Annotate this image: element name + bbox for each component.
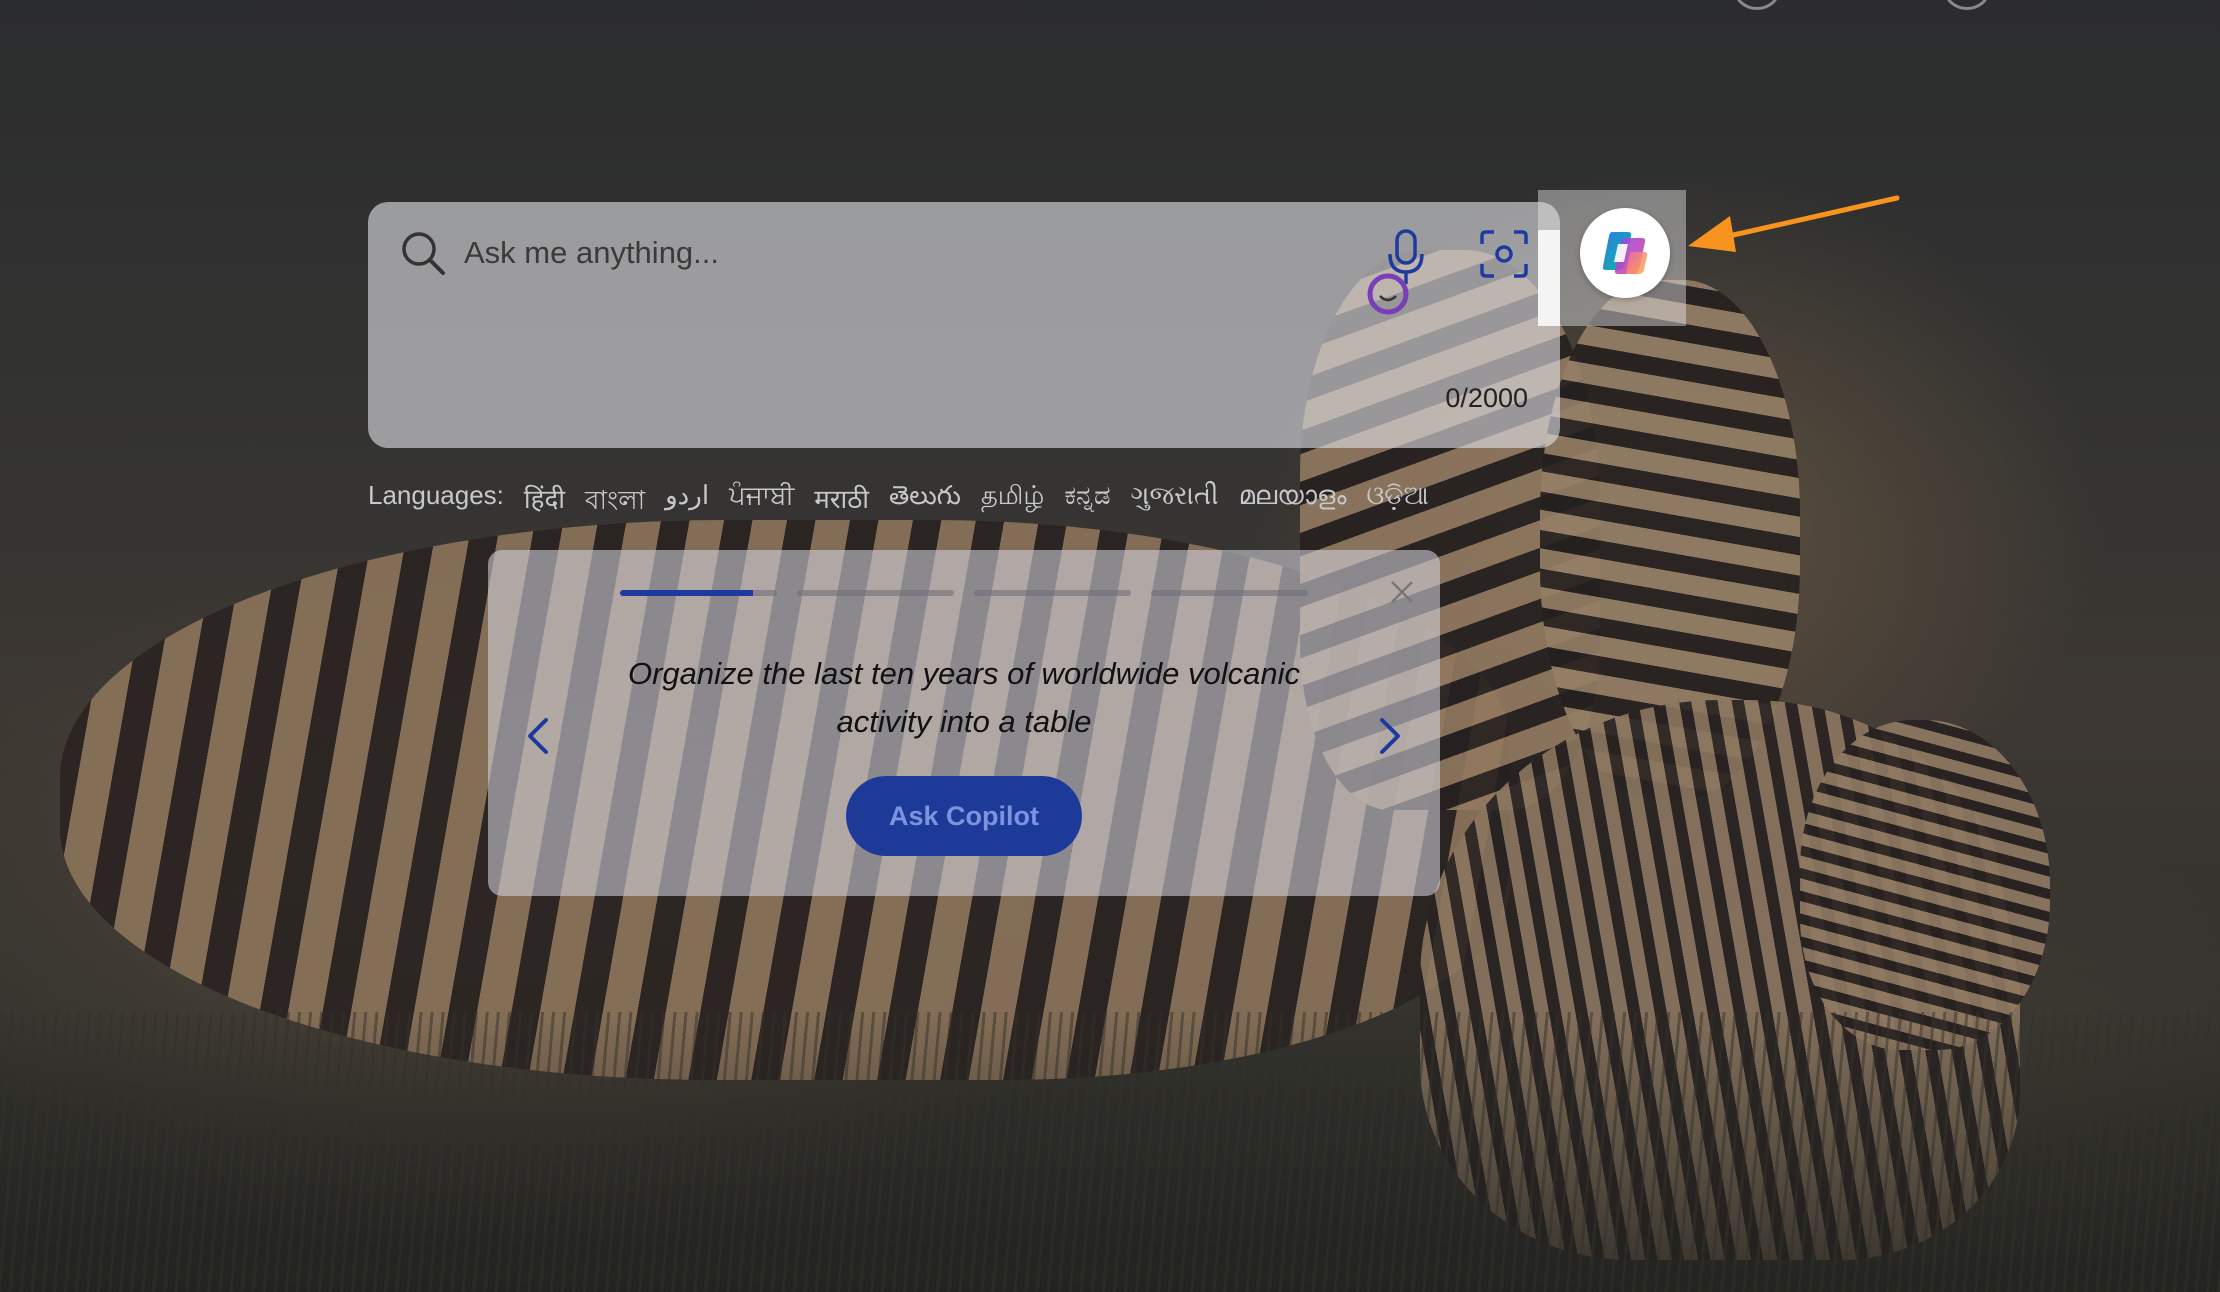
suggestion-prompt: Organize the last ten years of worldwide…: [628, 656, 1300, 739]
visual-search-icon[interactable]: [1478, 228, 1530, 280]
carousel-progress: [620, 590, 1308, 596]
language-link[interactable]: मराठी: [814, 480, 869, 524]
language-link[interactable]: ગુજરાતી: [1131, 480, 1219, 524]
languages-bar: Languages: हिंदी বাংলা اردو ਪੰਜਾਬੀ मराठी…: [368, 480, 1429, 524]
language-link[interactable]: ಕನ್ನಡ: [1064, 480, 1110, 524]
search-box[interactable]: 0/2000: [368, 202, 1560, 448]
language-link[interactable]: தமிழ்: [981, 480, 1044, 524]
character-count: 0/2000: [1445, 383, 1528, 413]
chevron-left-icon[interactable]: [522, 712, 554, 760]
languages-label: Languages:: [368, 480, 504, 510]
language-link[interactable]: മലയാളം: [1239, 480, 1347, 524]
search-input[interactable]: [462, 232, 1266, 274]
language-link[interactable]: اردو: [665, 480, 709, 524]
progress-segment: [797, 590, 954, 596]
language-link[interactable]: తెలుగు: [889, 480, 961, 524]
progress-segment: [1151, 590, 1308, 596]
chevron-right-icon[interactable]: [1374, 712, 1406, 760]
language-link[interactable]: বাংলা: [585, 480, 645, 524]
close-icon[interactable]: [1388, 578, 1416, 606]
language-link[interactable]: हिंदी: [524, 480, 565, 524]
copilot-logo-icon: [1602, 232, 1648, 274]
language-link[interactable]: ଓଡ଼ିଆ: [1366, 480, 1428, 524]
copilot-button[interactable]: [1580, 208, 1670, 298]
progress-segment: [620, 590, 777, 596]
search-icon: [402, 232, 445, 275]
ask-copilot-button[interactable]: Ask Copilot: [846, 776, 1082, 856]
progress-segment: [974, 590, 1131, 596]
language-link[interactable]: ਪੰਜਾਬੀ: [729, 480, 794, 524]
suggestion-card: Organize the last ten years of worldwide…: [488, 550, 1440, 896]
persona-icon[interactable]: [1362, 272, 1414, 316]
annotation-arrow-icon: [1688, 195, 1900, 252]
copilot-highlight-edge: [1538, 230, 1560, 326]
